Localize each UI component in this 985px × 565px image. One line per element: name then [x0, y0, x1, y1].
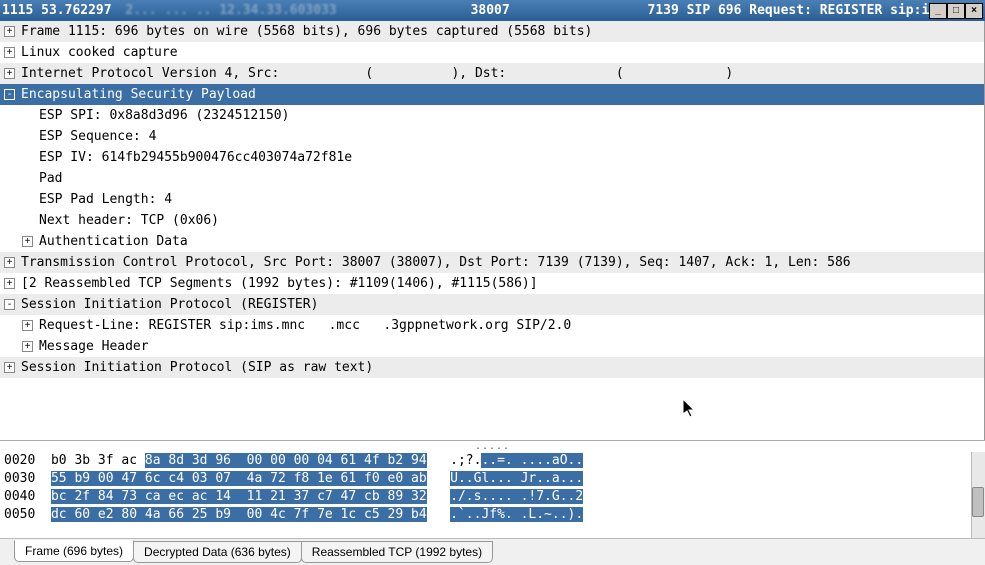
- tree-row[interactable]: + Session Initiation Protocol (SIP as raw…: [0, 357, 984, 378]
- hex-ascii-selected: U..Gl... Jr..a...: [450, 471, 583, 486]
- hex-ascii-selected: ./.s.... .!7.G..2: [450, 489, 583, 504]
- tree-row[interactable]: -Session Initiation Protocol (REGISTER): [0, 294, 984, 315]
- collapse-icon[interactable]: -: [4, 89, 15, 100]
- tree-label: ESP SPI: 0x8a8d3d96 (2324512150): [39, 105, 289, 126]
- tree-row[interactable]: ESP Sequence: 4: [0, 126, 984, 147]
- tree-label: Session Initiation Protocol (SIP as raw …: [21, 357, 373, 378]
- tree-label: ESP IV: 614fb29455b900476cc403074a72f81e: [39, 147, 352, 168]
- tree-label: Message Header: [39, 336, 149, 357]
- divider-dots: .....: [475, 441, 510, 452]
- close-button[interactable]: ×: [965, 3, 983, 19]
- bytes-tab[interactable]: Reassembled TCP (1992 bytes): [301, 541, 493, 563]
- maximize-button[interactable]: □: [947, 3, 965, 19]
- hex-bytes-selected: dc 60 e2 80 4a 66 25 b9 00 4c 7f 7e 1c c…: [51, 507, 427, 522]
- hex-bytes-selected: 55 b9 00 47 6c c4 03 07 4a 72 f8 1e 61 f…: [51, 471, 427, 486]
- tree-label: Frame 1115: 696 bytes on wire (5568 bits…: [21, 21, 592, 42]
- hex-row[interactable]: 0020 b0 3b 3f ac 8a 8d 3d 96 00 00 00 04…: [0, 452, 985, 470]
- expand-icon[interactable]: +: [4, 362, 15, 373]
- tree-row[interactable]: -Encapsulating Security Payload: [0, 84, 984, 105]
- title-col-info: 7139 SIP 696 Request: REGISTER sip:in: [648, 3, 929, 18]
- tree-row[interactable]: Pad: [0, 168, 984, 189]
- hex-offset: 0020: [4, 453, 51, 468]
- tree-label: Encapsulating Security Payload: [21, 84, 256, 105]
- tree-label: Pad: [39, 168, 62, 189]
- tree-label: [2 Reassembled TCP Segments (1992 bytes)…: [21, 273, 538, 294]
- expand-icon[interactable]: +: [4, 278, 15, 289]
- expand-icon[interactable]: +: [4, 257, 15, 268]
- bytes-tab[interactable]: Decrypted Data (636 bytes): [133, 541, 302, 563]
- hex-scrollbar-thumb[interactable]: [972, 487, 984, 517]
- tree-row[interactable]: ESP IV: 614fb29455b900476cc403074a72f81e: [0, 147, 984, 168]
- tree-row[interactable]: + [2 Reassembled TCP Segments (1992 bytes…: [0, 273, 984, 294]
- hex-ascii: [427, 507, 450, 522]
- window-titlebar: 1115 53.762297 2... ... .. 12.34.33.6030…: [0, 0, 985, 21]
- hex-bytes: b0 3b 3f ac: [51, 453, 145, 468]
- hex-offset: 0040: [4, 489, 51, 504]
- title-col-blur: 2... ... .. 12.34.33.603033: [125, 3, 336, 18]
- hex-row[interactable]: 0030 55 b9 00 47 6c c4 03 07 4a 72 f8 1e…: [0, 470, 985, 488]
- hex-row[interactable]: 0040 bc 2f 84 73 ca ec ac 14 11 21 37 c7…: [0, 488, 985, 506]
- tree-label: Internet Protocol Version 4, Src: ( ), D…: [21, 63, 733, 84]
- bytes-tabs: Frame (696 bytes)Decrypted Data (636 byt…: [0, 538, 985, 565]
- tree-row[interactable]: ESP SPI: 0x8a8d3d96 (2324512150): [0, 105, 984, 126]
- hex-ascii: [427, 489, 450, 504]
- tree-row[interactable]: + Frame 1115: 696 bytes on wire (5568 bit…: [0, 21, 984, 42]
- expand-icon[interactable]: +: [4, 47, 15, 58]
- tree-row[interactable]: ESP Pad Length: 4: [0, 189, 984, 210]
- tree-label: ESP Pad Length: 4: [39, 189, 172, 210]
- tree-row[interactable]: + Message Header: [0, 336, 984, 357]
- hex-scrollbar-track[interactable]: [971, 452, 985, 538]
- tree-row[interactable]: + Authentication Data: [0, 231, 984, 252]
- window-title-text: 1115 53.762297 2... ... .. 12.34.33.6030…: [2, 3, 929, 18]
- tree-row[interactable]: + Request-Line: REGISTER sip:ims.mnc .mcc…: [0, 315, 984, 336]
- packet-details-tree[interactable]: + Frame 1115: 696 bytes on wire (5568 bit…: [0, 21, 985, 440]
- title-col-port: 38007: [471, 3, 510, 18]
- hex-ascii: [427, 471, 450, 486]
- hex-bytes-selected: bc 2f 84 73 ca ec ac 14 11 21 37 c7 47 c…: [51, 489, 427, 504]
- tree-row[interactable]: + Internet Protocol Version 4, Src: ( ), …: [0, 63, 984, 84]
- hex-offset: 0030: [4, 471, 51, 486]
- hex-ascii-selected: .`..Jf%. .L.~..).: [450, 507, 583, 522]
- title-col-frame: 1115 53.762297: [2, 3, 112, 18]
- expand-icon[interactable]: +: [4, 26, 15, 37]
- tree-label: Request-Line: REGISTER sip:ims.mnc .mcc …: [39, 315, 571, 336]
- hex-ascii-selected: ..=. ....aO..: [481, 453, 583, 468]
- hex-offset: 0050: [4, 507, 51, 522]
- expand-icon[interactable]: +: [22, 236, 33, 247]
- hex-row[interactable]: 0050 dc 60 e2 80 4a 66 25 b9 00 4c 7f 7e…: [0, 506, 985, 524]
- tree-row[interactable]: Next header: TCP (0x06): [0, 210, 984, 231]
- tree-label: Transmission Control Protocol, Src Port:…: [21, 252, 851, 273]
- pane-divider[interactable]: .....: [0, 440, 985, 452]
- minimize-button[interactable]: _: [929, 3, 947, 19]
- window-controls: _ □ ×: [929, 3, 983, 19]
- collapse-icon[interactable]: -: [4, 299, 15, 310]
- tree-row[interactable]: + Linux cooked capture: [0, 42, 984, 63]
- expand-icon[interactable]: +: [4, 68, 15, 79]
- tree-label: ESP Sequence: 4: [39, 126, 156, 147]
- tree-label: Next header: TCP (0x06): [39, 210, 219, 231]
- tree-label: Session Initiation Protocol (REGISTER): [21, 294, 318, 315]
- packet-bytes-pane[interactable]: 0020 b0 3b 3f ac 8a 8d 3d 96 00 00 00 04…: [0, 452, 985, 538]
- tree-label: Linux cooked capture: [21, 42, 178, 63]
- hex-ascii: .;?.: [427, 453, 482, 468]
- bytes-tab[interactable]: Frame (696 bytes): [14, 540, 134, 562]
- expand-icon[interactable]: +: [22, 341, 33, 352]
- hex-bytes-selected: 8a 8d 3d 96 00 00 00 04 61 4f b2 94: [145, 453, 427, 468]
- tree-label: Authentication Data: [39, 231, 188, 252]
- expand-icon[interactable]: +: [22, 320, 33, 331]
- tree-row[interactable]: + Transmission Control Protocol, Src Port…: [0, 252, 984, 273]
